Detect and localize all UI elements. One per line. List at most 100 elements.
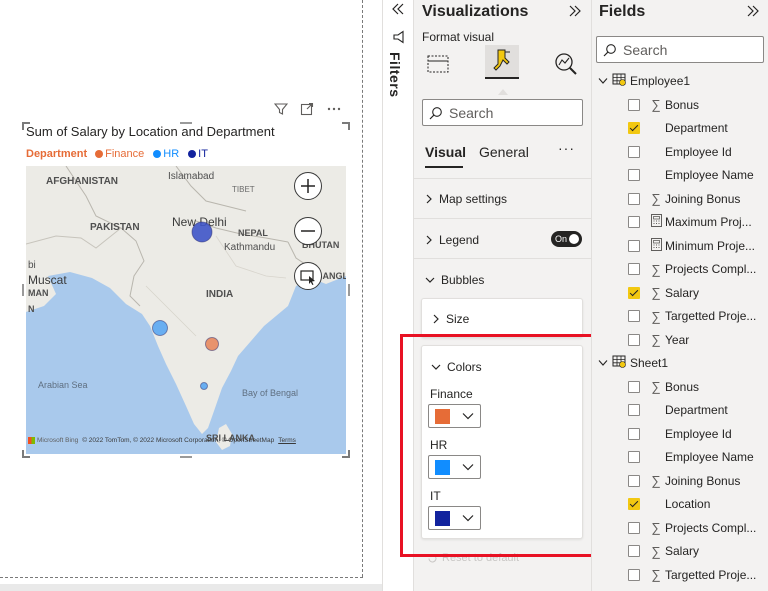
collapse-fields-icon[interactable] [746,4,760,23]
section-legend[interactable]: Legend [425,233,479,247]
section-label: Size [446,312,470,326]
field-checkbox[interactable] [628,216,640,228]
field-targetted-proje[interactable]: ∑ Targetted Proje... [628,566,757,584]
zoom-in-button[interactable] [294,172,322,200]
analytics-tab[interactable] [549,47,583,81]
field-label: Department [665,121,728,135]
section-size[interactable]: Size [432,312,469,326]
field-employee-name[interactable]: Employee Name [628,448,757,466]
collapse-visualizations-icon[interactable] [568,4,582,23]
search-visualizations-input[interactable]: Search [422,99,583,126]
tab-visual[interactable]: Visual [425,144,466,160]
field-checkbox[interactable] [628,169,640,181]
field-salary[interactable]: ∑ Salary [628,284,757,302]
chevron-down-icon[interactable] [598,74,608,88]
map-bubble-new-delhi[interactable] [191,221,213,243]
table-employee1[interactable]: Employee1 [598,72,690,89]
field-checkbox[interactable] [628,192,640,205]
analytics-magnifier-icon [555,53,577,75]
calculator-icon [649,237,663,254]
field-checkbox[interactable] [628,451,640,463]
legend-item-finance[interactable]: Finance [95,148,144,160]
sigma-icon: ∑ [651,543,661,559]
visualizations-title: Visualizations [422,3,529,20]
tab-general[interactable]: General [479,144,529,160]
map-bubble-bengaluru[interactable] [200,382,208,390]
search-icon [603,43,616,56]
field-checkbox[interactable] [628,122,640,134]
more-options-button[interactable]: ··· [558,140,575,156]
focus-mode-icon[interactable] [300,102,314,121]
map-canvas[interactable]: AFGHANISTAN Islamabad TIBET PAKISTAN New… [26,166,346,454]
section-map-settings[interactable]: Map settings [425,192,507,206]
zoom-out-button[interactable] [294,217,322,245]
terms-link[interactable]: Terms [278,437,296,444]
field-joining-bonus[interactable]: ∑ Joining Bonus [628,190,757,208]
field-location[interactable]: Location [628,495,757,513]
field-bonus[interactable]: ∑ Bonus [628,378,757,396]
table-sheet1[interactable]: Sheet1 [598,354,668,371]
field-targetted-proje[interactable]: ∑ Targetted Proje... [628,307,757,325]
size-card[interactable]: Size [421,298,583,338]
field-checkbox[interactable] [628,98,640,111]
field-checkbox[interactable] [628,427,640,440]
visual-title: Sum of Salary by Location and Department [26,124,275,139]
field-employee-name[interactable]: Employee Name [628,166,757,184]
field-checkbox[interactable] [628,310,640,322]
legend-toggle[interactable]: On [551,231,582,247]
field-salary[interactable]: ∑ Salary [628,542,757,560]
legend-label: IT [198,148,208,160]
search-fields-input[interactable]: Search [596,36,764,63]
resize-handle[interactable] [348,284,350,296]
expand-filters-icon[interactable] [391,2,405,21]
field-checkbox[interactable] [628,286,640,299]
field-checkbox[interactable] [628,263,640,275]
field-projects-compl[interactable]: ∑ Projects Compl... [628,519,757,537]
field-maximum-proj[interactable]: Maximum Proj... [628,213,757,231]
field-checkbox[interactable] [628,521,640,534]
build-visual-tab[interactable] [421,47,455,81]
field-label: Joining Bonus [665,473,741,488]
map-selection-button[interactable] [294,262,322,290]
field-checkbox[interactable] [628,404,640,416]
field-checkbox[interactable] [628,568,640,581]
format-visual-tab[interactable] [485,45,519,79]
field-checkbox[interactable] [628,380,640,393]
field-department[interactable]: Department [628,119,757,137]
map-visual[interactable]: Sum of Salary by Location and Department… [22,122,350,458]
field-joining-bonus[interactable]: ∑ Joining Bonus [628,472,757,490]
sigma-icon: ∑ [651,473,661,488]
chevron-down-icon[interactable] [598,356,608,370]
field-checkbox[interactable] [628,333,640,346]
field-employee-id[interactable]: Employee Id [628,425,757,443]
field-label: Bonus [665,379,700,394]
map-bubble-hyderabad[interactable] [205,337,219,351]
section-label: Map settings [439,192,508,206]
filter-icon[interactable] [273,102,289,121]
section-bubbles[interactable]: Bubbles [425,273,484,287]
map-bubble-mumbai[interactable] [152,320,168,336]
more-options-icon[interactable] [326,102,342,121]
field-year[interactable]: ∑ Year [628,331,757,349]
field-department[interactable]: Department [628,401,757,419]
bing-logo: Microsoft Bing [28,437,78,444]
resize-handle[interactable] [342,122,350,130]
table-name: Sheet1 [630,355,669,370]
legend-item-it[interactable]: IT [188,148,208,160]
legend-item-hr[interactable]: HR [153,148,179,160]
resize-handle[interactable] [180,456,192,458]
field-minimum-proje[interactable]: Minimum Proje... [628,237,757,255]
field-projects-compl[interactable]: ∑ Projects Compl... [628,260,757,278]
resize-handle[interactable] [22,284,24,296]
field-checkbox[interactable] [628,498,640,510]
field-employee-id[interactable]: Employee Id [628,143,757,161]
field-checkbox[interactable] [628,145,640,158]
filters-label[interactable]: Filters [387,52,403,98]
section-label: Bubbles [441,273,485,287]
filter-pane-icon[interactable] [392,30,406,49]
field-checkbox[interactable] [628,474,640,487]
field-bonus[interactable]: ∑ Bonus [628,96,757,114]
field-checkbox[interactable] [628,239,640,252]
field-checkbox[interactable] [628,545,640,557]
legend-title: Department [26,148,88,160]
